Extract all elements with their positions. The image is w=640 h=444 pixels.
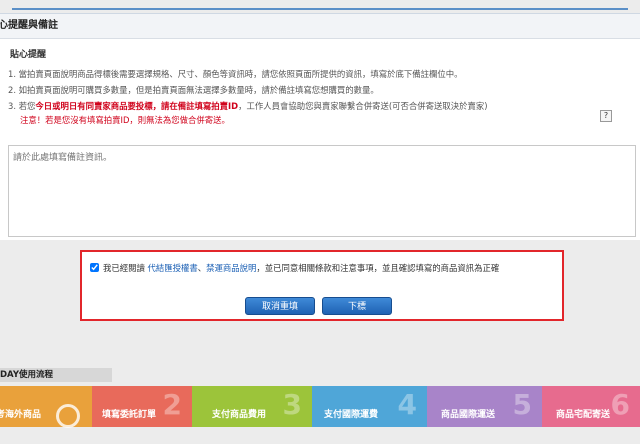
authorization-link[interactable]: 代結匯授權書 bbox=[148, 263, 198, 273]
agree-row: 我已經閱讀 代結匯授權書、禁運商品說明，並已同意相關條款和注意事項，並且確認填寫… bbox=[90, 262, 499, 274]
tip-3: 3. 若您今日或明日有同賣家商品要投標，請在備註填寫拍賣ID，工作人員會協助您與… bbox=[8, 100, 488, 112]
tip-1: 1. 當拍賣頁面說明商品得標後需要選擇規格、尺寸、顏色等資訊時，請您依照頁面所提… bbox=[8, 69, 463, 79]
tip-3-note: 注意！若是您沒有填寫拍賣ID，則無法為您做合併寄送。 bbox=[20, 114, 230, 126]
panel-title: 心提醒與備註 bbox=[0, 20, 58, 31]
top-bar bbox=[0, 0, 640, 10]
flow-step-label: 商品宅配寄送 bbox=[556, 410, 611, 420]
prohibited-items-link[interactable]: 禁運商品說明 bbox=[206, 263, 256, 273]
cancel-reset-button[interactable]: 取消重填 bbox=[245, 297, 315, 315]
process-flow: 考海外商品 2 填寫委託訂單 3 支付商品費用 4 支付國際運費 5 商品國際運… bbox=[0, 386, 640, 428]
agree-checkbox[interactable] bbox=[90, 263, 99, 272]
tip-3-note-text: 注意！若是您沒有填寫拍賣ID，則無法為您做合併寄送。 bbox=[20, 115, 230, 125]
flow-step-1[interactable]: 考海外商品 bbox=[0, 386, 92, 428]
tip-3-prefix: 3. 若您 bbox=[8, 101, 36, 111]
flow-step-5[interactable]: 5 商品國際運送 bbox=[427, 386, 542, 427]
tip-3-highlight: 今日或明日有同賣家商品要投標，請在備註填寫拍賣ID bbox=[35, 101, 239, 111]
agree-separator: 、 bbox=[197, 263, 207, 273]
panel-header: 心提醒與備註 bbox=[0, 14, 640, 39]
memo-textarea[interactable] bbox=[8, 145, 636, 237]
flow-step-6[interactable]: 6 商品宅配寄送 bbox=[542, 386, 640, 427]
help-icon[interactable]: ? bbox=[600, 110, 612, 122]
tips-heading: 貼心提醒 bbox=[10, 50, 47, 60]
agree-suffix: ，並已同意相關條款和注意事項，並且確認填寫的商品資訊為正確 bbox=[256, 263, 500, 273]
flow-step-label: 支付國際運費 bbox=[324, 410, 379, 420]
flow-step-number: 5 bbox=[512, 388, 532, 421]
flow-step-label: 考海外商品 bbox=[0, 410, 42, 420]
top-divider bbox=[12, 8, 628, 10]
confirm-dialog: 我已經閱讀 代結匯授權書、禁運商品說明，並已同意相關條款和注意事項，並且確認填寫… bbox=[80, 250, 564, 321]
flow-step-number: 6 bbox=[610, 388, 630, 421]
flow-step-2[interactable]: 2 填寫委託訂單 bbox=[92, 386, 192, 427]
flow-step-4[interactable]: 4 支付國際運費 bbox=[312, 386, 427, 427]
notes-panel: 心提醒與備註 貼心提醒 1. 當拍賣頁面說明商品得標後需要選擇規格、尺寸、顏色等… bbox=[0, 13, 640, 241]
flow-step-number: 4 bbox=[397, 388, 417, 421]
flow-step-3[interactable]: 3 支付商品費用 bbox=[192, 386, 312, 427]
flow-step-label: 商品國際運送 bbox=[441, 410, 496, 420]
search-icon bbox=[56, 404, 80, 428]
flow-step-number: 3 bbox=[282, 388, 302, 421]
flow-title: DAY使用流程 bbox=[0, 368, 112, 382]
flow-step-label: 填寫委託訂單 bbox=[102, 410, 157, 420]
flow-step-number: 2 bbox=[162, 388, 182, 421]
agree-prefix: 我已經閱讀 bbox=[103, 263, 145, 273]
flow-step-label: 支付商品費用 bbox=[212, 410, 267, 420]
bid-submit-button[interactable]: 下標 bbox=[322, 297, 392, 315]
tip-3-suffix: ，工作人員會協助您與賣家聯繫合併寄送(可否合併寄送取決於賣家) bbox=[238, 101, 488, 111]
tip-2: 2. 如拍賣頁面說明可購買多數量，但是拍賣頁面無法選擇多數量時，請於備註填寫您想… bbox=[8, 85, 379, 95]
